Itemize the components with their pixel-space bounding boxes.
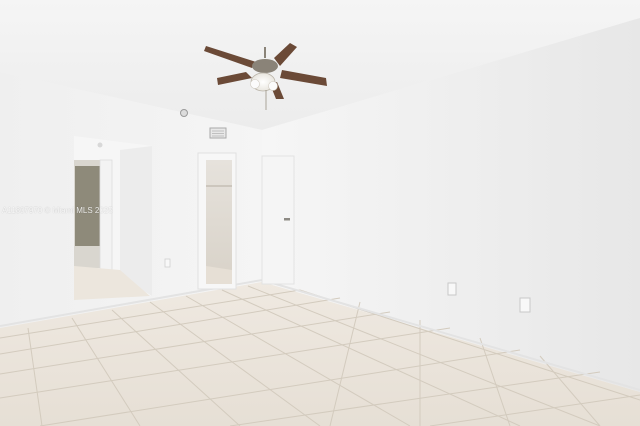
smoke-detector — [180, 109, 188, 117]
door-handle — [284, 218, 290, 221]
wall-outlet — [519, 297, 531, 313]
wall-outlet — [447, 282, 457, 296]
bathroom-door-frame — [99, 159, 113, 277]
hallway-side-wall — [120, 146, 152, 296]
hallway-ceiling-light — [97, 142, 103, 148]
wall-outlet — [164, 258, 171, 268]
closet-interior — [206, 160, 232, 284]
air-vent — [209, 127, 227, 139]
fan-light-globe — [250, 79, 260, 89]
mls-watermark: A11807970 © Miami MLS 2025 — [2, 206, 113, 215]
fan-light-globe — [268, 81, 278, 91]
fan-motor-housing — [252, 59, 278, 73]
